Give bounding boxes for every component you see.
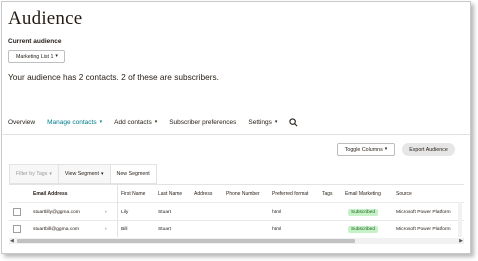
audience-nav: Overview Manage contacts ▾ Add contacts … [8,118,310,127]
col-source[interactable]: Source [396,186,412,202]
col-email-marketing[interactable]: Email Marketing [345,186,381,202]
view-segment-label: View Segment [64,171,99,177]
filter-by-tags-label: Filter by Tags [16,171,48,177]
nav-overview[interactable]: Overview [8,119,35,126]
contact-first-name: Bill [121,226,128,232]
col-email-address[interactable]: Email Address [33,186,68,202]
col-first-name[interactable]: First Name [121,186,145,202]
status-badge: Subscribed [348,221,378,237]
filter-by-tags-button[interactable]: Filter by Tags ▾ [10,165,59,183]
nav-subscriber-preferences-label: Subscriber preferences [169,119,237,126]
contact-last-name: Stuart [158,226,172,232]
contacts-table: Email Address First Name Last Name Addre… [9,184,464,237]
export-audience-label: Export Audience [409,146,448,153]
status-badge-label: Subscribed [348,225,378,233]
export-audience-button[interactable]: Export Audience [402,143,455,156]
nav-add-contacts[interactable]: Add contacts ▾ [114,119,157,126]
nav-add-contacts-label: Add contacts [114,119,152,126]
col-address[interactable]: Address [194,186,212,202]
toggle-columns-button[interactable]: Toggle Columns ▾ [337,143,395,156]
contact-format: html [272,226,282,232]
contact-email[interactable]: stuartlilly@ggma.com [33,204,80,220]
new-segment-label: New Segment [116,171,150,177]
chevron-down-icon: ▾ [274,119,278,125]
page-title: Audience [8,8,83,29]
scrollbar-thumb[interactable] [17,239,355,243]
segment-toolbar: Filter by Tags ▾ View Segment ▾ New Segm… [9,164,157,184]
contact-format: html [272,209,282,215]
nav-search[interactable] [289,118,298,127]
nav-manage-contacts[interactable]: Manage contacts ▾ [47,119,102,126]
table-row[interactable]: stuartbill@ggma.com › Bill Stuart html S… [9,221,464,237]
view-segment-button[interactable]: View Segment ▾ [59,165,111,183]
contact-first-name: Lily [121,209,129,215]
audience-summary: Your audience has 2 contacts. 2 of these… [8,72,219,82]
vertical-scrollbar[interactable] [458,202,462,237]
table-row[interactable]: stuartlilly@ggma.com › Lily Stuart html … [9,204,464,221]
chevron-right-icon[interactable]: › [105,221,107,237]
contact-source: Microsoft Power Platform [396,226,451,232]
nav-divider [3,134,470,135]
col-phone-number[interactable]: Phone Number [226,186,260,202]
app-window: Audience Current audience Marketing List… [1,1,471,254]
scroll-right-icon[interactable]: ▶ [459,238,463,244]
nav-subscriber-preferences[interactable]: Subscriber preferences [169,119,236,126]
chevron-down-icon: ▾ [100,170,104,177]
nav-overview-label: Overview [8,119,36,126]
chevron-down-icon: ▾ [154,119,158,125]
audience-select-value: Marketing List 1 [16,53,54,60]
contact-last-name: Stuart [158,209,172,215]
sticky-column-divider [117,185,118,237]
nav-settings-label: Settings [248,119,272,126]
row-checkbox[interactable] [13,208,21,216]
chevron-down-icon: ▾ [384,146,388,152]
contact-source: Microsoft Power Platform [396,209,451,215]
chevron-down-icon: ▾ [99,119,103,125]
current-audience-label: Current audience [8,38,62,45]
chevron-down-icon: ▾ [49,170,52,177]
horizontal-scrollbar[interactable]: ◀ ▶ [9,238,464,244]
toggle-columns-label: Toggle Columns [344,146,383,153]
col-tags[interactable]: Tags [322,186,333,202]
col-last-name[interactable]: Last Name [158,186,182,202]
scroll-left-icon[interactable]: ◀ [10,238,14,244]
nav-settings[interactable]: Settings ▾ [248,119,277,126]
status-badge: Subscribed [348,204,378,220]
new-segment-button[interactable]: New Segment [110,165,156,183]
row-checkbox[interactable] [13,225,21,233]
audience-select[interactable]: Marketing List 1 ▾ [8,50,65,63]
table-header-row: Email Address First Name Last Name Addre… [9,186,464,203]
nav-manage-contacts-label: Manage contacts [47,119,97,126]
col-preferred-format[interactable]: Preferred format [272,186,308,202]
chevron-down-icon: ▾ [55,53,58,59]
chevron-right-icon[interactable]: › [105,204,107,220]
search-icon [289,118,298,127]
contact-email[interactable]: stuartbill@ggma.com [33,221,79,237]
status-badge-label: Subscribed [348,208,378,216]
